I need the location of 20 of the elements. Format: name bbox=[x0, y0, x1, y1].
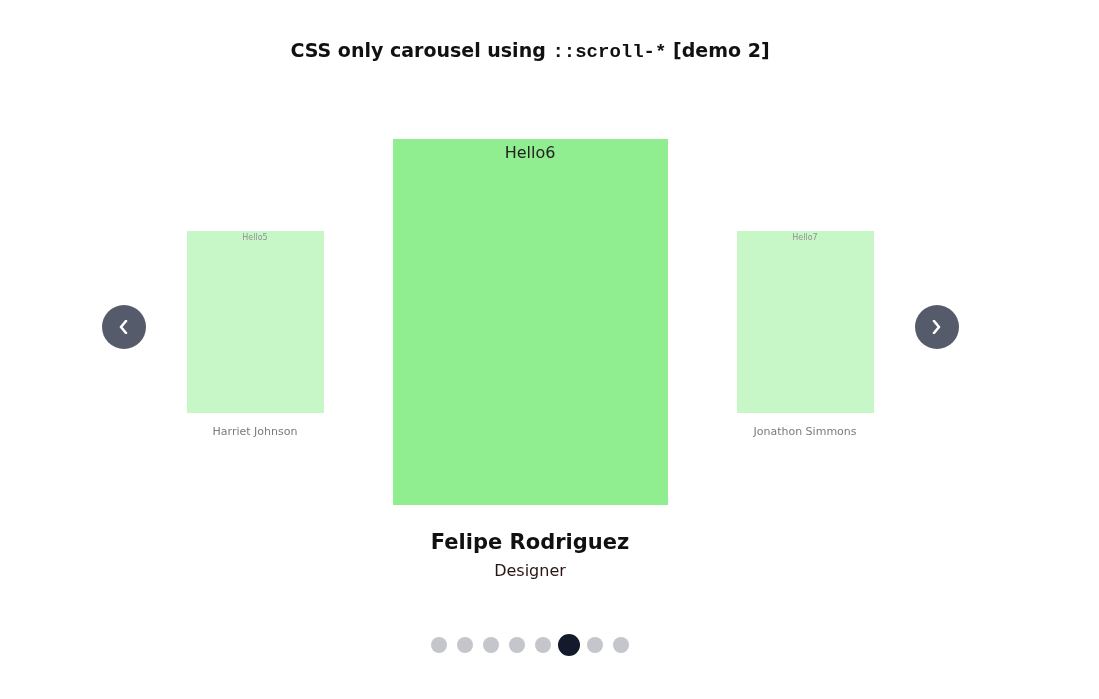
chevron-right-icon bbox=[932, 320, 941, 334]
slide-label: Hello6 bbox=[504, 142, 556, 164]
pagination-dot[interactable] bbox=[535, 637, 551, 653]
person-name: Felipe Rodriguez bbox=[430, 529, 630, 556]
slide-label: Hello5 bbox=[242, 232, 268, 244]
pagination-dot[interactable] bbox=[457, 637, 473, 653]
next-button[interactable] bbox=[914, 305, 959, 349]
pagination-dot[interactable] bbox=[587, 637, 603, 653]
pagination-dot[interactable] bbox=[431, 637, 447, 653]
page-title: CSS only carousel using ::scroll-* [demo 2] bbox=[290, 38, 770, 64]
pagination-dot[interactable] bbox=[613, 637, 629, 653]
pagination-dot[interactable] bbox=[509, 637, 525, 653]
slide-label: Hello7 bbox=[792, 232, 818, 244]
pagination-dot[interactable] bbox=[558, 634, 580, 656]
chevron-left-icon bbox=[119, 320, 128, 334]
pagination-dot[interactable] bbox=[483, 637, 499, 653]
previous-button[interactable] bbox=[101, 305, 146, 349]
person-name: Jonathon Simmons bbox=[753, 425, 857, 439]
person-name: Harriet Johnson bbox=[212, 425, 298, 439]
person-role: Designer bbox=[494, 560, 566, 582]
